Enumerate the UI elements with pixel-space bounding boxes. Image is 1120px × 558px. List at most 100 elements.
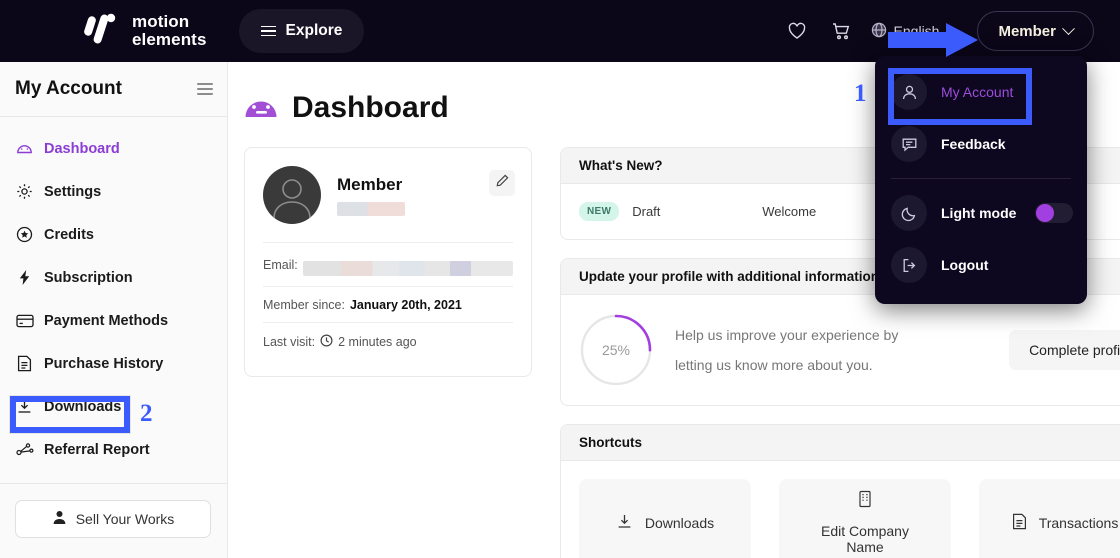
referral-icon [15,440,34,459]
annotation-right-arrow [888,21,980,64]
sidebar-item-credits[interactable]: Credits [0,213,227,256]
sidebar-menu: Dashboard Settings Credits Subscription … [0,117,227,471]
news-title: Welcome [762,204,817,219]
profile-handle-redacted [337,201,405,216]
sidebar-item-dashboard[interactable]: Dashboard [0,127,227,170]
light-mode-toggle[interactable] [1035,203,1073,223]
progress-percent: 25% [601,342,631,358]
complete-profile-button[interactable]: Complete profile [1009,330,1120,370]
sidebar-collapse-icon[interactable] [197,83,213,95]
dropdown-item-feedback[interactable]: Feedback [875,118,1087,170]
sidebar-item-label: Referral Report [44,441,150,458]
annotation-step-2: 2 [140,400,153,427]
dropdown-item-light-mode[interactable]: Light mode [875,187,1087,239]
dropdown-divider [891,178,1071,179]
chevron-down-icon [1062,21,1075,35]
profile-name: Member [337,174,403,194]
sidebar-item-label: Settings [44,183,102,200]
download-icon [616,513,633,533]
profile-member-since-row: Member since: January 20th, 2021 [263,286,513,322]
building-icon [857,490,873,511]
shortcut-label: Transactions [1038,514,1119,531]
shortcuts-list: Downloads Edit Company Name Transactions [579,479,1120,558]
update-profile-body: 25% Help us improve your experience by l… [561,295,1120,405]
receipt-icon [1012,513,1027,533]
brand-logo[interactable]: motion elements [84,12,207,50]
profile-identity: Member [263,166,513,224]
seller-icon [52,510,67,528]
profile-email-row: Email: [263,242,513,286]
app-root: motion elements Explore English Member M… [0,0,1120,558]
shortcuts-body: Downloads Edit Company Name Transactions [561,461,1120,558]
sidebar-item-label: Purchase History [44,355,164,372]
sidebar-item-label: Downloads [44,398,122,415]
receipt-icon [15,354,34,373]
sell-your-works-label: Sell Your Works [75,511,175,527]
edit-profile-button[interactable] [489,170,515,196]
last-visit-label: Last visit: [263,335,316,349]
globe-icon [871,22,887,41]
update-profile-text: Help us improve your experience by letti… [675,320,898,380]
pencil-icon [496,174,509,192]
brand-line-1: motion [132,12,190,31]
cart-icon[interactable] [819,9,863,53]
shortcut-label: Downloads [644,514,715,531]
profile-email-label: Email: [263,258,298,272]
dropdown-item-my-account[interactable]: My Account [875,66,1087,118]
last-visit-value: 2 minutes ago [338,335,417,349]
news-status: Draft [632,204,661,219]
update-profile-text-line1: Help us improve your experience by [675,327,899,343]
dashboard-icon [15,139,34,158]
profile-name-block: Member [337,175,405,216]
card-icon [15,311,34,330]
left-column: Member Email: Member since: January 20th… [244,147,532,558]
sidebar-item-downloads[interactable]: Downloads [0,385,227,428]
sidebar-item-subscription[interactable]: Subscription [0,256,227,299]
shortcut-downloads[interactable]: Downloads [579,479,751,558]
gear-icon [15,182,34,201]
sidebar-footer: Sell Your Works [0,483,227,538]
toggle-knob [1036,204,1054,222]
status-badge: NEW [579,202,620,221]
menu-icon [260,25,276,37]
annotation-step-1: 1 [854,80,867,107]
sidebar: My Account Dashboard Settings Credits Su… [0,62,228,558]
shortcut-edit-company-name[interactable]: Edit Company Name [779,479,951,558]
dashboard-gauge-icon [244,90,278,125]
brand-text: motion elements [132,13,207,49]
shortcut-label: Edit Company Name [821,523,909,555]
clock-icon [320,334,333,350]
dropdown-item-label: Feedback [941,136,1006,152]
profile-card: Member Email: Member since: January 20th… [244,147,532,377]
chat-icon [891,126,927,162]
profile-last-visit-row: Last visit: 2 minutes ago [263,322,513,360]
explore-label: Explore [285,22,343,39]
logout-icon [891,247,927,283]
sidebar-item-payment-methods[interactable]: Payment Methods [0,299,227,342]
update-profile-text-line2: letting us know more about you. [675,357,873,373]
download-icon [15,397,34,416]
shortcut-transactions[interactable]: Transactions [979,479,1120,558]
dropdown-item-label: Logout [941,257,989,273]
bolt-icon [15,268,34,287]
shortcuts-panel: Shortcuts Downloads Edit Company Name Tr… [560,424,1120,558]
credits-icon [15,225,34,244]
dropdown-item-logout[interactable]: Logout [875,239,1087,291]
sidebar-item-label: Dashboard [44,140,120,157]
member-menu-button[interactable]: Member [977,11,1094,51]
explore-button[interactable]: Explore [238,9,365,53]
dropdown-item-label: My Account [941,84,1014,100]
sell-your-works-button[interactable]: Sell Your Works [15,500,211,538]
shortcuts-title: Shortcuts [561,425,1120,461]
sidebar-title: My Account [15,78,122,99]
sidebar-item-referral-report[interactable]: Referral Report [0,428,227,471]
moon-icon [891,195,927,231]
dropdown-item-label: Light mode [941,205,1017,221]
member-label: Member [998,22,1056,40]
sidebar-item-settings[interactable]: Settings [0,170,227,213]
heart-icon[interactable] [775,9,819,53]
sidebar-item-label: Subscription [44,269,133,286]
sidebar-item-purchase-history[interactable]: Purchase History [0,342,227,385]
motionelements-logo-icon [84,12,124,50]
member-since-label: Member since: [263,298,345,312]
